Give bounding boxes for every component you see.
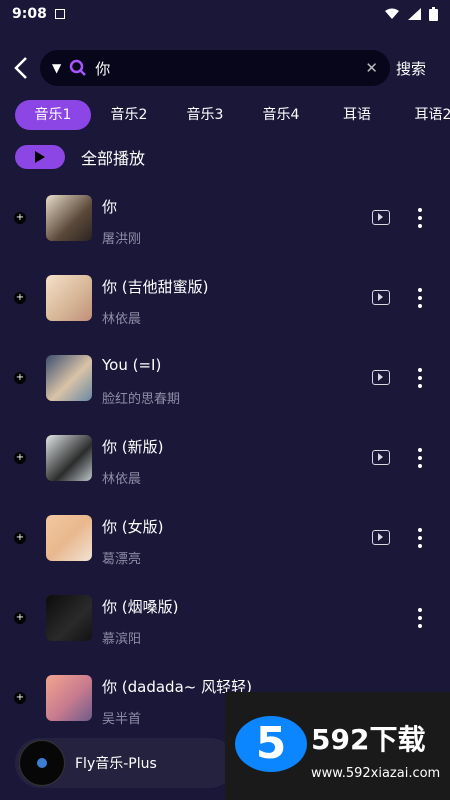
signal-icon	[408, 8, 421, 20]
song-row[interactable]: + 你 屠洪刚	[0, 190, 450, 270]
song-title: 你 (吉他甜蜜版)	[102, 278, 209, 296]
search-icon	[69, 59, 87, 76]
song-artist: 慕滨阳	[102, 632, 142, 647]
watermark-logo: 5	[235, 716, 307, 772]
search-input[interactable]: 你	[95, 58, 365, 79]
song-artist: 林依晨	[102, 312, 142, 327]
search-field[interactable]: ▼ 你 ✕	[40, 50, 390, 86]
more-options-icon[interactable]	[417, 448, 423, 468]
status-bar: 9:08	[0, 0, 450, 28]
add-icon[interactable]: +	[14, 292, 26, 304]
album-cover	[46, 195, 92, 241]
clear-icon[interactable]: ✕	[365, 59, 378, 77]
album-cover	[46, 675, 92, 721]
album-cover	[46, 355, 92, 401]
search-bar: ▼ 你 ✕ 搜索	[0, 50, 450, 86]
add-icon[interactable]: +	[14, 532, 26, 544]
wifi-icon	[385, 8, 399, 19]
song-artist: 屠洪刚	[102, 232, 142, 247]
play-all[interactable]: 全部播放	[15, 145, 145, 169]
song-row[interactable]: + 你 (新版) 林依晨	[0, 430, 450, 510]
dropdown-caret-icon[interactable]: ▼	[52, 61, 61, 75]
status-time: 9:08	[12, 6, 47, 22]
mv-icon[interactable]	[372, 290, 390, 305]
album-cover	[46, 515, 92, 561]
album-cover	[46, 435, 92, 481]
album-cover	[46, 595, 92, 641]
battery-icon	[429, 7, 438, 21]
song-list: + 你 屠洪刚 + 你 (吉他甜蜜版) 林依晨 + You (=I) 脸红的思春…	[0, 190, 450, 750]
watermark: 5 592下载 www.592xiazai.com	[225, 692, 450, 800]
song-row[interactable]: + 你 (烟嗓版) 慕滨阳	[0, 590, 450, 670]
disc-icon	[19, 740, 65, 786]
more-options-icon[interactable]	[417, 208, 423, 228]
album-cover	[46, 275, 92, 321]
more-options-icon[interactable]	[417, 608, 423, 628]
mv-icon[interactable]	[372, 450, 390, 465]
mini-player[interactable]: Fly音乐-Plus	[15, 738, 235, 788]
more-options-icon[interactable]	[417, 368, 423, 388]
player-title: Fly音乐-Plus	[75, 756, 157, 772]
tab-whisper[interactable]: 耳语	[319, 100, 395, 130]
tab-music4[interactable]: 音乐4	[243, 100, 319, 130]
watermark-url: www.592xiazai.com	[311, 766, 441, 781]
notification-icon	[54, 9, 65, 19]
song-title: 你 (新版)	[102, 438, 164, 456]
song-title: 你	[102, 198, 118, 216]
song-artist: 脸红的思春期	[102, 392, 181, 407]
play-all-button[interactable]	[15, 145, 65, 169]
song-artist: 吴半首	[102, 712, 142, 727]
song-title: You (=I)	[102, 356, 162, 374]
search-button[interactable]: 搜索	[396, 58, 426, 79]
mv-icon[interactable]	[372, 530, 390, 545]
add-icon[interactable]: +	[14, 612, 26, 624]
song-row[interactable]: + 你 (女版) 葛漂亮	[0, 510, 450, 590]
add-icon[interactable]: +	[14, 212, 26, 224]
tab-music1[interactable]: 音乐1	[15, 100, 91, 130]
tab-music2[interactable]: 音乐2	[91, 100, 167, 130]
tab-music3[interactable]: 音乐3	[167, 100, 243, 130]
song-row[interactable]: + 你 (吉他甜蜜版) 林依晨	[0, 270, 450, 350]
watermark-title: 592下载	[311, 723, 426, 756]
song-artist: 葛漂亮	[102, 552, 142, 567]
play-all-label: 全部播放	[81, 149, 146, 168]
back-arrow-icon[interactable]	[10, 54, 34, 82]
category-tabs: 音乐1 音乐2 音乐3 音乐4 耳语 耳语2	[15, 100, 450, 130]
song-row[interactable]: + You (=I) 脸红的思春期	[0, 350, 450, 430]
add-icon[interactable]: +	[14, 372, 26, 384]
mv-icon[interactable]	[372, 210, 390, 225]
play-icon	[35, 151, 45, 163]
song-artist: 林依晨	[102, 472, 142, 487]
mv-icon[interactable]	[372, 370, 390, 385]
add-icon[interactable]: +	[14, 452, 26, 464]
more-options-icon[interactable]	[417, 528, 423, 548]
song-title: 你 (女版)	[102, 518, 164, 536]
more-options-icon[interactable]	[417, 288, 423, 308]
tab-whisper2[interactable]: 耳语2	[395, 100, 450, 130]
add-icon[interactable]: +	[14, 692, 26, 704]
song-title: 你 (烟嗓版)	[102, 598, 179, 616]
